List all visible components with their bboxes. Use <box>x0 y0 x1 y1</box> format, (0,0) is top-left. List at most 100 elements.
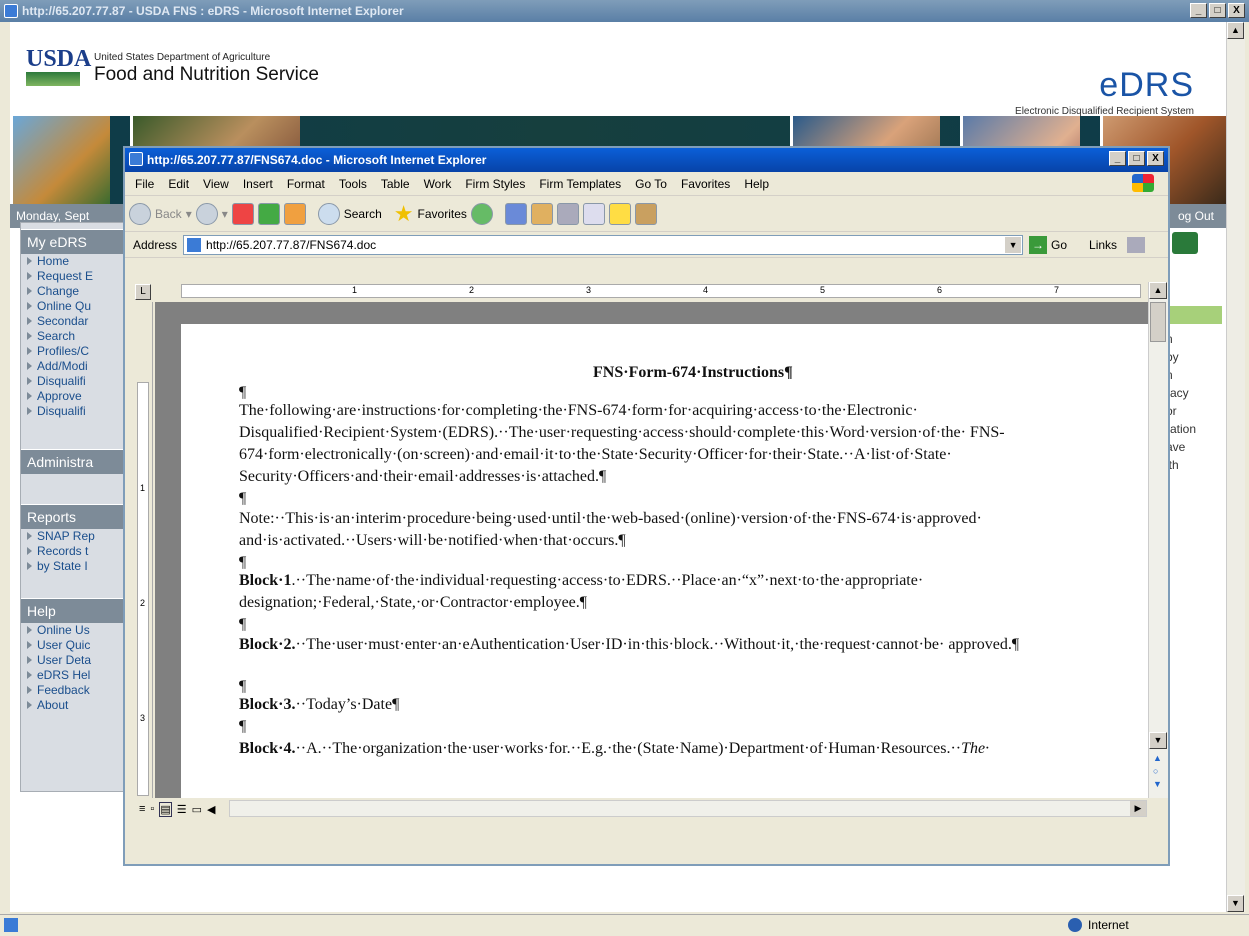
windows-logo-icon <box>1132 174 1154 192</box>
minimize-button[interactable]: _ <box>1109 151 1126 166</box>
go-arrow-icon[interactable]: → <box>1029 235 1048 254</box>
right-panel-text: n <box>1166 368 1222 382</box>
usda-logo[interactable]: USDA <box>26 46 91 73</box>
scroll-down-button[interactable]: ▼ <box>1149 732 1167 749</box>
menu-item[interactable]: Firm Styles <box>465 177 525 191</box>
menu-item[interactable]: Help <box>744 177 769 191</box>
print-button[interactable] <box>556 201 579 227</box>
ruler-mark: 5 <box>820 285 826 295</box>
agency-name: Food and Nutrition Service <box>94 64 319 85</box>
outer-vertical-scrollbar[interactable]: ▲ ▼ <box>1226 22 1245 912</box>
address-input[interactable]: http://65.207.77.87/FNS674.doc ▼ <box>183 234 1024 255</box>
menu-item[interactable]: Firm Templates <box>539 177 621 191</box>
discuss-button[interactable] <box>608 201 631 227</box>
edit-button[interactable] <box>582 201 605 227</box>
scroll-right-button[interactable]: ▶ <box>1130 801 1146 816</box>
scroll-up-button[interactable]: ▲ <box>1227 22 1244 39</box>
current-date: Monday, Sept <box>16 209 90 223</box>
scroll-left-button[interactable]: ◀ <box>207 803 215 816</box>
document-area[interactable]: FNS·Form-674·Instructions¶ ¶ The·followi… <box>155 302 1148 798</box>
ie-icon <box>4 4 18 18</box>
empty-paragraph-mark: ¶ <box>239 616 247 633</box>
go-button[interactable]: Go <box>1051 238 1067 252</box>
refresh-button[interactable] <box>257 201 280 227</box>
outline-view-icon[interactable]: ☰ <box>177 803 187 816</box>
menu-item[interactable]: Favorites <box>681 177 730 191</box>
address-dropdown-button[interactable]: ▼ <box>1005 236 1022 253</box>
print-icon[interactable] <box>1172 232 1198 254</box>
ruler-mark: 7 <box>1054 285 1060 295</box>
menu-item[interactable]: Table <box>381 177 410 191</box>
block-2-paragraph: Block·2.··The·user·must·enter·an·eAuthen… <box>239 636 1020 653</box>
scroll-down-button[interactable]: ▼ <box>1227 895 1244 912</box>
messenger-button[interactable] <box>634 201 657 227</box>
ruler-mark: 1 <box>352 285 358 295</box>
close-button[interactable]: X <box>1228 3 1245 18</box>
empty-paragraph-mark: ¶ <box>239 490 247 507</box>
print-layout-icon[interactable]: ▤ <box>159 801 172 817</box>
history-button[interactable] <box>470 201 493 227</box>
document-horizontal-scrollbar[interactable]: ▶ <box>229 800 1147 817</box>
browse-object-icon[interactable]: ▲ ○ ▼ <box>1153 752 1162 791</box>
banner-photo <box>10 116 110 204</box>
scroll-thumb[interactable] <box>1150 302 1166 342</box>
favorites-button[interactable]: ★ Favorites <box>394 201 467 227</box>
stop-icon <box>231 202 254 225</box>
department-name: United States Department of Agriculture <box>94 52 271 63</box>
globe-icon <box>1068 918 1082 932</box>
research-button[interactable] <box>504 201 527 227</box>
back-button[interactable]: Back ▾ <box>129 201 192 227</box>
menu-item[interactable]: Work <box>424 177 452 191</box>
maximize-button[interactable]: □ <box>1128 151 1145 166</box>
forward-button[interactable]: ▾ <box>195 201 228 227</box>
forward-arrow-icon <box>195 202 218 225</box>
search-button[interactable]: Search <box>317 201 382 227</box>
tab-selector-button[interactable]: L <box>135 284 151 300</box>
printer-icon <box>556 202 579 225</box>
menu-item[interactable]: View <box>203 177 229 191</box>
inner-window-title: http://65.207.77.87/FNS674.doc - Microso… <box>147 153 487 167</box>
links-menu-icon[interactable] <box>1127 236 1146 253</box>
horizontal-ruler[interactable]: 1 2 3 4 5 6 7 <box>181 284 1141 298</box>
history-icon <box>470 202 493 225</box>
document-page[interactable]: FNS·Form-674·Instructions¶ ¶ The·followi… <box>181 324 1148 798</box>
menu-item[interactable]: Insert <box>243 177 273 191</box>
outer-title-bar: http://65.207.77.87 - USDA FNS : eDRS - … <box>0 0 1249 22</box>
menu-item[interactable]: Format <box>287 177 325 191</box>
document-vertical-scrollbar[interactable]: ▲ ▼ ▲ ○ ▼ <box>1148 282 1168 802</box>
log-out-link[interactable]: og Out <box>1178 204 1214 228</box>
page-icon <box>187 237 202 252</box>
maximize-button[interactable]: □ <box>1209 3 1226 18</box>
block-4-paragraph: Block·4.··A.··The·organization·the·user·… <box>239 740 990 757</box>
menu-item[interactable]: Edit <box>168 177 189 191</box>
normal-view-icon[interactable]: ≡ <box>139 803 145 815</box>
outer-window-title: http://65.207.77.87 - USDA FNS : eDRS - … <box>22 4 404 18</box>
minimize-button[interactable]: _ <box>1190 3 1207 18</box>
zone-label: Internet <box>1088 918 1129 932</box>
empty-paragraph-mark: ¶ <box>239 718 247 735</box>
page-icon <box>4 918 18 932</box>
menu-item[interactable]: Tools <box>339 177 367 191</box>
reading-view-icon[interactable]: ▭ <box>192 803 202 816</box>
inner-browser-window: http://65.207.77.87/FNS674.doc - Microso… <box>123 146 1170 866</box>
web-view-icon[interactable]: ▫ <box>150 803 154 815</box>
scroll-up-button[interactable]: ▲ <box>1149 282 1167 299</box>
address-label: Address <box>133 237 178 252</box>
right-panel-text: by <box>1166 350 1179 364</box>
home-button[interactable] <box>283 201 306 227</box>
mail-button[interactable] <box>530 201 553 227</box>
ruler-mark: 3 <box>586 285 592 295</box>
stop-button[interactable] <box>231 201 254 227</box>
links-button[interactable]: Links <box>1089 238 1117 252</box>
right-panel-text: ave <box>1166 440 1186 454</box>
close-button[interactable]: X <box>1147 151 1164 166</box>
menu-item[interactable]: Go To <box>635 177 667 191</box>
edrs-logo: eDRS <box>1099 66 1194 104</box>
menu-item[interactable]: File <box>135 177 154 191</box>
ruler-mark: 2 <box>140 598 146 608</box>
ruler-mark: 2 <box>469 285 475 295</box>
block-3-paragraph: Block·3.··Today’s·Date¶ <box>239 696 400 713</box>
block-1-paragraph: Block·1.··The·name·of·the·individual·req… <box>239 572 924 611</box>
menu-bar: File Edit View Insert Format Tools Table Work Fi… <box>125 172 1168 196</box>
ruler-mark: 1 <box>140 483 146 493</box>
